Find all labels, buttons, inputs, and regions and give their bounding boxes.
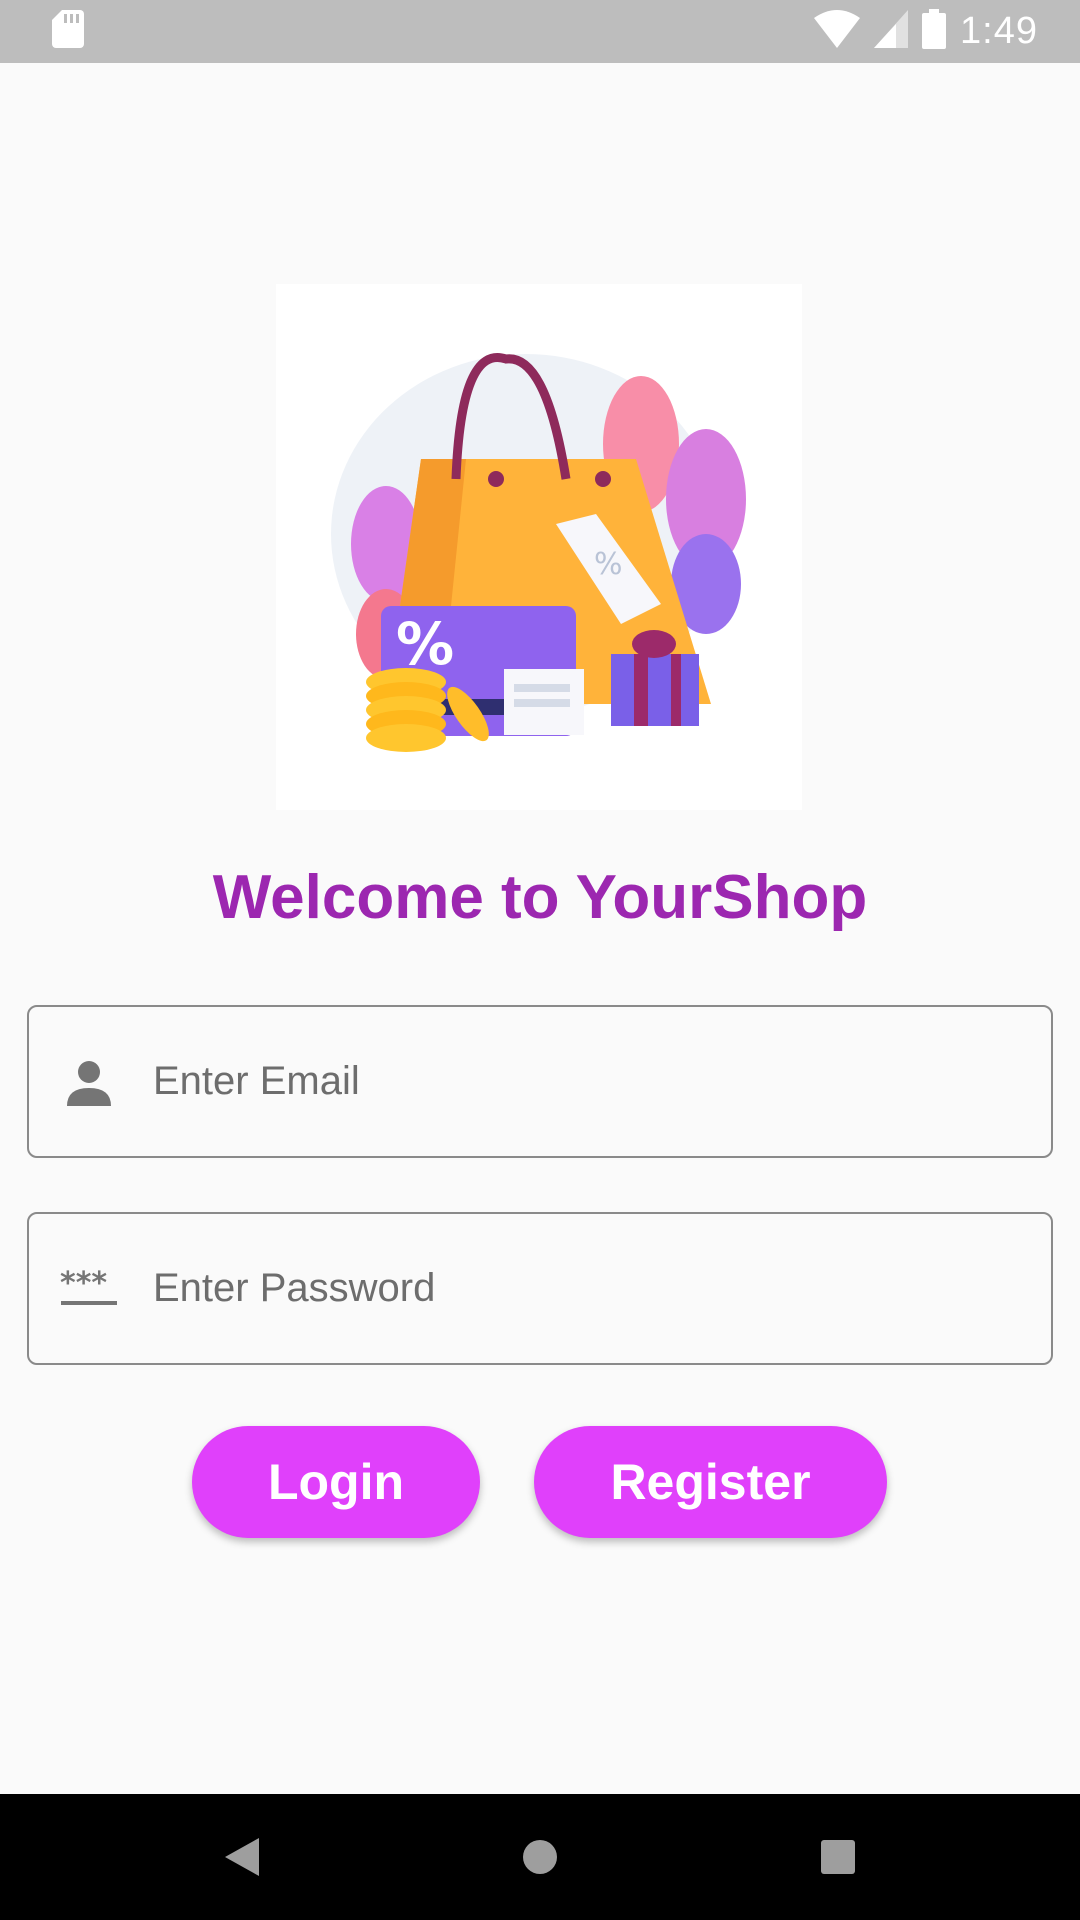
- svg-text:%: %: [396, 610, 454, 678]
- navigation-bar: [0, 1794, 1080, 1920]
- login-button[interactable]: Login: [192, 1426, 480, 1538]
- password-field[interactable]: ***: [27, 1212, 1053, 1365]
- svg-text:%: %: [594, 547, 623, 582]
- shopping-bag-illustration: % %: [276, 284, 802, 810]
- back-icon[interactable]: [212, 1827, 272, 1887]
- status-time: 1:49: [960, 10, 1038, 52]
- sd-card-icon: [52, 10, 84, 53]
- status-bar: 1:49: [0, 0, 1080, 63]
- register-button[interactable]: Register: [534, 1426, 887, 1538]
- svg-text:***: ***: [60, 1269, 107, 1301]
- welcome-title: Welcome to YourShop: [212, 863, 868, 932]
- battery-icon: [922, 9, 947, 54]
- email-field[interactable]: [27, 1005, 1053, 1158]
- wifi-icon: [814, 10, 861, 53]
- password-input[interactable]: [153, 1266, 1013, 1311]
- recents-icon[interactable]: [808, 1827, 868, 1887]
- password-icon: ***: [59, 1259, 119, 1319]
- email-input[interactable]: [153, 1059, 1013, 1104]
- cellular-signal-icon: [874, 10, 909, 53]
- home-icon[interactable]: [510, 1827, 570, 1887]
- person-icon: [59, 1052, 119, 1112]
